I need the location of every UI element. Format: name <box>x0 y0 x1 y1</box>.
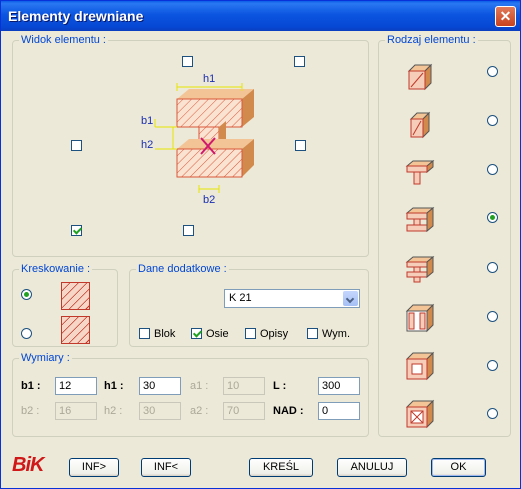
symbol-select[interactable]: K 21 <box>224 289 360 308</box>
hatching-radio-1[interactable] <box>21 289 32 300</box>
NAD-input[interactable]: 0 <box>318 402 360 420</box>
b2-input: 16 <box>55 402 97 420</box>
view-checkbox-left[interactable] <box>71 140 82 151</box>
element-type-radio-8[interactable] <box>487 408 498 419</box>
block-label: Blok <box>154 328 176 340</box>
h2-label: h2 : <box>104 405 123 417</box>
h2-input: 30 <box>139 402 181 420</box>
close-button[interactable]: ✕ <box>495 6 516 27</box>
L-label: L : <box>273 380 287 392</box>
block-checkbox[interactable] <box>139 328 150 339</box>
draw-button[interactable]: KREŚL <box>249 458 313 477</box>
element-type-group-label: Rodzaj elementu : <box>385 34 478 46</box>
a2-label: a2 : <box>190 405 209 417</box>
dim-label-h2: h2 <box>141 139 154 151</box>
bik-logo: BiK <box>12 454 44 476</box>
axes-checkbox[interactable] <box>191 328 202 339</box>
hatch-pattern-1-swatch <box>61 282 90 310</box>
hatching-group-label: Kreskowanie : <box>19 263 93 275</box>
h1-input[interactable]: 30 <box>139 377 181 395</box>
extra-data-group-label: Dane dodatkowe : <box>136 263 229 275</box>
ok-button[interactable]: OK <box>431 458 486 477</box>
rect-beam-icon <box>407 63 433 91</box>
a2-input: 70 <box>223 402 265 420</box>
b1-input[interactable]: 12 <box>55 377 97 395</box>
element-type-radio-7[interactable] <box>487 360 498 371</box>
b2-label: b2 : <box>21 405 40 417</box>
element-type-radio-3[interactable] <box>487 164 498 175</box>
element-type-radio-6[interactable] <box>487 311 498 322</box>
view-checkbox-bottom-left[interactable] <box>71 225 82 236</box>
element-type-radio-4[interactable] <box>487 212 498 223</box>
info-next-button[interactable]: INF> <box>69 458 119 477</box>
element-type-radio-1[interactable] <box>487 66 498 77</box>
hollow-box-section-icon <box>405 399 435 429</box>
dim-label-b2: b2 <box>203 194 216 206</box>
window-title: Elementy drewniane <box>8 8 144 24</box>
dimensions-group-label: Wymiary : <box>19 352 72 364</box>
hatch-pattern-2-swatch <box>61 316 90 344</box>
view-checkbox-bottom[interactable] <box>183 225 194 236</box>
symbol-select-value: K 21 <box>229 292 252 304</box>
b1-label: b1 : <box>21 380 41 392</box>
axes-label: Osie <box>206 328 229 340</box>
hatching-radio-2[interactable] <box>21 328 32 339</box>
dimensions-label: Wym. <box>322 328 351 340</box>
chevron-down-icon[interactable] <box>343 291 358 306</box>
a1-label: a1 : <box>190 380 209 392</box>
a1-input: 10 <box>223 377 265 395</box>
dim-label-h1: h1 <box>203 73 216 85</box>
descriptions-checkbox[interactable] <box>245 328 256 339</box>
dimensions-checkbox[interactable] <box>307 328 318 339</box>
L-input[interactable]: 300 <box>318 377 360 395</box>
dimensions-group: Wymiary : <box>12 352 369 437</box>
title-bar[interactable]: Elementy drewniane ✕ <box>1 1 520 31</box>
cancel-button[interactable]: ANULUJ <box>337 458 407 477</box>
view-checkbox-right[interactable] <box>295 140 306 151</box>
box-section-icon <box>405 303 435 333</box>
element-type-radio-5[interactable] <box>487 262 498 273</box>
frame-section-icon <box>405 351 435 381</box>
NAD-label: NAD : <box>273 405 304 417</box>
i-section-icon <box>405 206 435 233</box>
double-t-section-icon <box>405 255 435 283</box>
descriptions-label: Opisy <box>260 328 289 340</box>
element-type-group: Rodzaj elementu : <box>378 34 511 437</box>
dim-label-b1: b1 <box>141 115 154 127</box>
view-checkbox-top-right[interactable] <box>294 56 305 67</box>
h1-label: h1 : <box>104 380 124 392</box>
element-type-radio-2[interactable] <box>487 115 498 126</box>
rect-beam-narrow-icon <box>409 111 431 139</box>
view-group-label: Widok elementu : <box>19 34 108 46</box>
t-section-icon <box>405 159 435 185</box>
info-prev-button[interactable]: INF< <box>141 458 191 477</box>
dialog-window: Elementy drewniane ✕ Widok elementu : h1… <box>0 0 521 489</box>
